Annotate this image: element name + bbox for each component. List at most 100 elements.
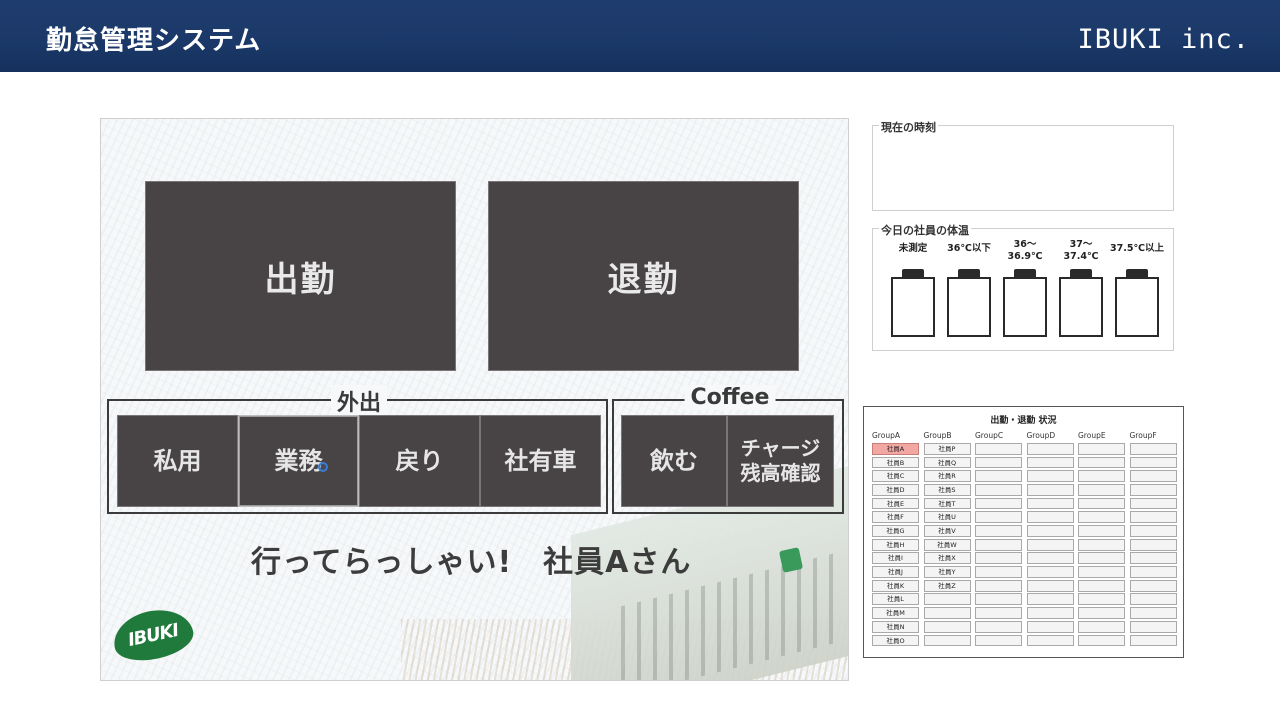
status-cell <box>1026 579 1074 592</box>
outing-private-button[interactable]: 私用 <box>117 415 238 507</box>
coffee-charge-label-line1: チャージ <box>740 436 821 460</box>
status-cell <box>1078 497 1125 510</box>
status-cell <box>1078 470 1125 483</box>
status-cell <box>975 593 1022 606</box>
status-cell <box>923 593 971 606</box>
app-header: 勤怠管理システム IBUKI inc. <box>0 0 1280 72</box>
status-cell <box>975 497 1022 510</box>
outing-company-car-button[interactable]: 社有車 <box>480 415 601 507</box>
status-cell <box>1129 566 1177 578</box>
coffee-group-title: Coffee <box>684 385 776 410</box>
coffee-charge-balance-button[interactable]: チャージ 残高確認 <box>727 415 834 507</box>
status-cell <box>1026 538 1074 551</box>
status-cell <box>975 511 1022 524</box>
attendance-status-panel: 出勤・退勤 状況 GroupA 社員A 社員B 社員C 社員D 社員E 社員F 社員G 社員H 社… <box>863 406 1184 658</box>
status-cell <box>1026 456 1074 469</box>
status-cell <box>1129 579 1177 592</box>
status-cell <box>1078 525 1125 537</box>
status-cell <box>975 442 1022 455</box>
status-cell: 社員H <box>872 538 919 551</box>
status-cell: 社員W <box>923 538 971 551</box>
status-column: GroupF <box>1129 431 1178 647</box>
status-column: GroupB 社員P 社員Q 社員R 社員S 社員T 社員U 社員V 社員W 社員X 社員Y 社員Z <box>923 431 972 647</box>
status-cell <box>1129 483 1177 496</box>
status-cell <box>923 620 971 633</box>
status-cell <box>1078 607 1125 619</box>
outing-group: 外出 私用 業務 戻り 社有車 <box>107 385 608 514</box>
status-cell: 社員K <box>872 579 919 592</box>
temp-label-36-36-9-line1: 36～ <box>1013 239 1037 250</box>
status-cell: 社員C <box>872 470 919 483</box>
temp-label-below-36-line1: 36℃以下 <box>947 243 991 254</box>
status-cell <box>1026 566 1074 578</box>
status-column-header: GroupF <box>1129 431 1157 440</box>
status-cell <box>1129 552 1177 565</box>
current-time-title: 現在の時刻 <box>879 119 938 135</box>
temp-label-37-37-4: 37～ 37.4℃ <box>1051 239 1111 264</box>
status-cell <box>1129 525 1177 537</box>
status-cell <box>1078 511 1125 524</box>
temp-label-unmeasured-line1: 未測定 <box>898 243 928 254</box>
status-cell <box>1026 470 1074 483</box>
status-cell: 社員P <box>923 442 971 455</box>
status-cell <box>1026 511 1074 524</box>
status-cell: 社員I <box>872 552 919 565</box>
status-column: GroupD <box>1026 431 1075 647</box>
status-cell <box>1129 470 1177 483</box>
status-cell <box>1026 634 1074 647</box>
status-cell <box>975 579 1022 592</box>
attendance-status-title: 出勤・退勤 状況 <box>990 416 1057 426</box>
clock-in-button[interactable]: 出勤 <box>145 181 456 371</box>
status-cell: 社員Q <box>923 456 971 469</box>
coffee-drink-button[interactable]: 飲む <box>621 415 727 507</box>
status-cell <box>1078 538 1125 551</box>
status-cell: 社員E <box>872 497 919 510</box>
status-cell: 社員F <box>872 511 919 524</box>
status-cell: 社員V <box>923 525 971 537</box>
status-cell <box>975 620 1022 633</box>
status-column-header: GroupD <box>1026 431 1056 440</box>
status-column-header: GroupC <box>975 431 1004 440</box>
status-cell: 社員R <box>923 470 971 483</box>
status-cell: 社員Z <box>923 579 971 592</box>
status-column-header: GroupE <box>1078 431 1106 440</box>
current-time-panel: 現在の時刻 <box>872 119 1174 211</box>
temp-label-above-37-5: 37.5℃以上 <box>1107 243 1167 255</box>
ibuki-logo: IBUKI <box>108 603 198 667</box>
status-cell <box>1129 456 1177 469</box>
ibuki-logo-text: IBUKI <box>126 619 180 651</box>
status-cell <box>1129 593 1177 606</box>
temperature-panel: 今日の社員の体温 未測定 36℃以下 36～ 36.9℃ 37～ 37.4℃ 3… <box>872 222 1174 351</box>
mouse-cursor-icon <box>318 462 328 472</box>
outing-return-button[interactable]: 戻り <box>359 415 480 507</box>
status-cell <box>1026 552 1074 565</box>
status-column: GroupC <box>975 431 1023 647</box>
status-cell <box>1078 579 1125 592</box>
clock-out-button[interactable]: 退勤 <box>488 181 799 371</box>
status-column-header: GroupB <box>923 431 952 440</box>
status-cell <box>975 483 1022 496</box>
status-cell <box>1129 511 1177 524</box>
status-cell: 社員J <box>872 566 919 578</box>
status-cell <box>1026 593 1074 606</box>
status-cell <box>975 634 1022 647</box>
status-cell <box>975 456 1022 469</box>
status-cell <box>975 566 1022 578</box>
status-cell <box>1078 442 1125 455</box>
status-cell <box>1129 538 1177 551</box>
battery-gauge-icon <box>891 269 935 337</box>
coffee-group: Coffee 飲む チャージ 残高確認 <box>612 385 844 514</box>
status-cell: 社員U <box>923 511 971 524</box>
temp-label-above-37-5-line1: 37.5℃以上 <box>1110 243 1164 254</box>
status-column: GroupE <box>1078 431 1126 647</box>
status-cell <box>975 470 1022 483</box>
status-cell <box>1129 634 1177 647</box>
status-cell <box>1129 442 1177 455</box>
battery-gauge-icon <box>947 269 991 337</box>
company-name: IBUKI inc. <box>1077 24 1250 55</box>
temp-label-37-37-4-line2: 37.4℃ <box>1063 251 1099 263</box>
coffee-charge-label-line2: 残高確認 <box>740 461 821 485</box>
status-cell <box>1078 566 1125 578</box>
outing-business-button[interactable]: 業務 <box>238 415 359 507</box>
status-cell <box>1026 483 1074 496</box>
